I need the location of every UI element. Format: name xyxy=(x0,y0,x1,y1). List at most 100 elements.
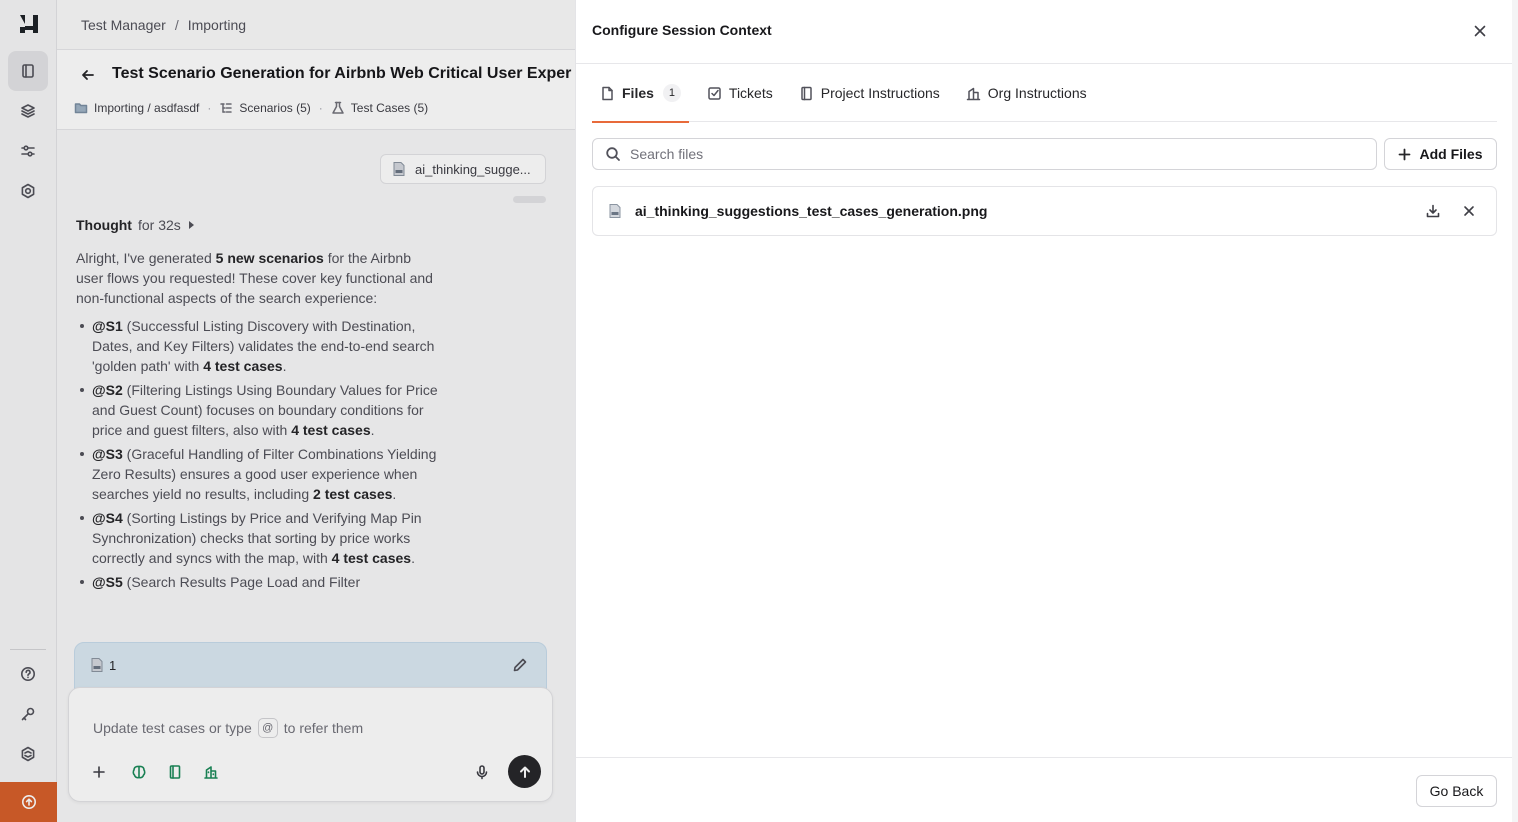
breadcrumb-root[interactable]: Test Manager xyxy=(81,17,166,33)
placeholder-text-end: to refer them xyxy=(283,720,364,736)
page-title: Test Scenario Generation for Airbnb Web … xyxy=(112,65,572,82)
tab-files[interactable]: Files 1 xyxy=(592,64,689,123)
arrow-up-circle-icon xyxy=(21,795,36,809)
arrow-left-icon xyxy=(82,70,94,80)
flask-icon xyxy=(332,101,344,114)
search-files-input[interactable] xyxy=(630,146,1330,162)
session-context-panel: Configure Session Context Files 1 Ticket… xyxy=(575,0,1513,822)
tab-files-count-badge: 1 xyxy=(662,84,681,102)
rail-divider xyxy=(10,649,46,650)
rail-help-button[interactable] xyxy=(8,654,48,694)
context-file-count: 1 xyxy=(89,657,116,673)
message-composer[interactable]: Update test cases or type @ to refer the… xyxy=(68,687,553,802)
plus-icon xyxy=(1399,148,1411,160)
attachment-chip[interactable]: ai_thinking_sugge... xyxy=(380,154,546,184)
edit-context-button[interactable] xyxy=(512,657,528,673)
scenario-id[interactable]: @S3 xyxy=(92,446,123,462)
caret-right-icon xyxy=(188,221,194,229)
go-back-button[interactable]: Go Back xyxy=(1416,775,1497,807)
key-icon xyxy=(21,707,35,721)
send-button[interactable] xyxy=(508,755,541,788)
layers-icon xyxy=(21,104,35,118)
file-icon xyxy=(602,86,613,100)
scenario-tail: . xyxy=(282,358,287,374)
composer-project-instructions-button[interactable] xyxy=(165,762,185,782)
scenario-item: @S5 (Search Results Page Load and Filter xyxy=(76,572,441,592)
folder-icon xyxy=(74,103,88,114)
panel-header: Configure Session Context xyxy=(576,0,1512,64)
assistant-message: Alright, I've generated 5 new scenarios … xyxy=(76,248,441,596)
tab-project-instructions[interactable]: Project Instructions xyxy=(791,64,948,122)
rail-settings-sliders-button[interactable] xyxy=(8,131,48,171)
crumb-project[interactable]: Importing / asdfasdf xyxy=(74,101,199,115)
rail-api-keys-button[interactable] xyxy=(8,694,48,734)
scenario-id[interactable]: @S4 xyxy=(92,510,123,526)
composer-add-button[interactable] xyxy=(89,762,109,782)
help-circle-icon xyxy=(21,667,35,681)
panel-footer: Go Back xyxy=(576,757,1513,822)
composer-org-instructions-button[interactable] xyxy=(201,762,221,782)
close-icon xyxy=(1474,25,1486,37)
brain-icon xyxy=(132,765,146,779)
tab-org-instructions[interactable]: Org Instructions xyxy=(958,64,1095,122)
crumb-test-cases-label: Test Cases (5) xyxy=(350,101,429,115)
hexagon-icon xyxy=(21,746,35,762)
voice-input-button[interactable] xyxy=(472,762,492,782)
scenario-count: 4 test cases xyxy=(291,422,371,438)
composer-placeholder[interactable]: Update test cases or type @ to refer the… xyxy=(93,718,363,738)
scenario-count: 2 test cases xyxy=(313,486,393,502)
tab-tickets[interactable]: Tickets xyxy=(699,64,781,122)
add-files-button[interactable]: Add Files xyxy=(1384,138,1497,170)
thought-toggle[interactable]: Thought for 32s xyxy=(76,217,194,233)
notebook-icon xyxy=(800,86,812,100)
rail-integrations-button[interactable] xyxy=(8,734,48,774)
building-icon xyxy=(204,766,218,779)
placeholder-text: Update test cases or type xyxy=(93,720,252,736)
app-logo[interactable] xyxy=(18,13,40,35)
intro-text: Alright, I've generated xyxy=(76,250,216,266)
sliders-icon xyxy=(21,145,35,157)
scenario-item: @S4 (Sorting Listings by Price and Verif… xyxy=(76,508,441,568)
tab-org-instructions-label: Org Instructions xyxy=(987,85,1087,101)
scrollbar-track[interactable] xyxy=(1512,0,1518,822)
rail-layers-button[interactable] xyxy=(8,91,48,131)
download-icon xyxy=(1426,204,1440,218)
file-name: ai_thinking_suggestions_test_cases_gener… xyxy=(635,203,988,219)
scenario-id[interactable]: @S2 xyxy=(92,382,123,398)
crumb-dot: · xyxy=(207,101,212,115)
close-panel-button[interactable] xyxy=(1472,23,1488,39)
rail-test-manager-button[interactable] xyxy=(8,51,48,91)
microphone-icon xyxy=(476,765,488,780)
scenario-item: @S1 (Successful Listing Discovery with D… xyxy=(76,316,441,376)
context-count-value: 1 xyxy=(109,657,117,673)
file-search[interactable] xyxy=(592,138,1377,170)
back-button[interactable] xyxy=(81,68,95,82)
thought-duration: for 32s xyxy=(137,217,181,233)
scenario-id[interactable]: @S1 xyxy=(92,318,123,334)
context-tabs: Files 1 Tickets Project Instructions Org… xyxy=(592,64,1497,123)
crumb-scenarios-label: Scenarios (5) xyxy=(239,101,311,115)
scenario-item: @S2 (Filtering Listings Using Boundary V… xyxy=(76,380,441,440)
thought-prefix: Thought xyxy=(76,217,132,233)
scenario-id[interactable]: @S5 xyxy=(92,574,123,590)
arrow-up-icon xyxy=(519,766,530,778)
image-file-icon xyxy=(393,162,405,176)
file-list-item[interactable]: ai_thinking_suggestions_test_cases_gener… xyxy=(592,186,1497,236)
crumb-test-cases[interactable]: Test Cases (5) xyxy=(331,101,428,115)
close-icon xyxy=(1464,206,1474,216)
composer-brain-button[interactable] xyxy=(129,762,149,782)
download-file-button[interactable] xyxy=(1425,203,1441,219)
left-rail xyxy=(0,0,57,822)
crumb-scenarios[interactable]: Scenarios (5) xyxy=(219,101,311,115)
scenario-tail: . xyxy=(370,422,375,438)
breadcrumb-current[interactable]: Importing xyxy=(188,17,246,33)
breadcrumb-separator: / xyxy=(174,16,179,33)
add-files-label: Add Files xyxy=(1419,146,1483,162)
rail-upgrade-button[interactable] xyxy=(0,782,57,822)
rail-settings-button[interactable] xyxy=(8,171,48,211)
building-icon xyxy=(966,87,981,100)
remove-file-button[interactable] xyxy=(1461,203,1477,219)
pencil-icon xyxy=(513,658,527,672)
gear-icon xyxy=(21,183,35,199)
mention-key-hint: @ xyxy=(257,718,278,738)
